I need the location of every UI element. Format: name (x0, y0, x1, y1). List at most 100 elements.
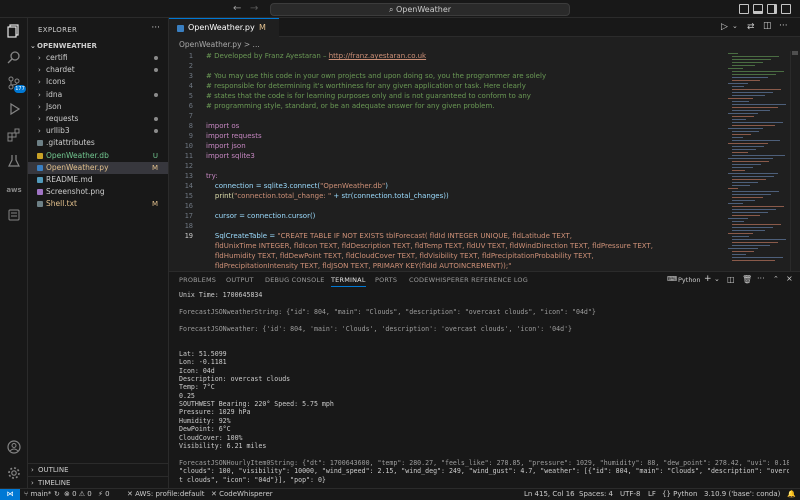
file-type-icon (37, 140, 43, 147)
compare-changes-icon[interactable]: ⇄ (747, 22, 755, 32)
file-item[interactable]: OpenWeather.py M (28, 161, 168, 174)
terminal-line: Icon: 04d (179, 366, 215, 375)
folder-item[interactable]: › requests (28, 113, 168, 125)
cursor-position[interactable]: Ln 415, Col 16 (524, 489, 575, 500)
chevron-right-icon: › (38, 90, 41, 99)
aws-profile-status[interactable]: ✕ AWS: profile:default (127, 489, 205, 500)
arrow-right-icon[interactable]: → (250, 3, 258, 14)
minimap-line (732, 245, 770, 246)
minimap-line (728, 188, 738, 189)
command-center-search[interactable]: ⌕ OpenWeather (270, 3, 570, 16)
outline-section[interactable]: › OUTLINE (28, 463, 168, 475)
tab-problems[interactable]: PROBLEMS (179, 276, 216, 284)
terminal-line: t clouds", "icon": "04d"}], "pop": 0} (179, 475, 326, 484)
toggle-secondary-sidebar-icon[interactable] (767, 4, 777, 14)
customize-layout-icon[interactable] (781, 4, 791, 14)
new-terminal-icon[interactable]: + (704, 274, 712, 284)
sync-icon[interactable]: ↻ (54, 489, 60, 500)
run-python-file-icon[interactable]: ▷ (721, 22, 728, 32)
run-debug-icon[interactable] (6, 102, 22, 118)
branch-status[interactable]: ⑂ main* (24, 489, 51, 500)
tab-openweather-py[interactable]: OpenWeather.py M (169, 18, 279, 37)
tab-debug-console[interactable]: DEBUG CONSOLE (265, 276, 325, 284)
explorer-icon[interactable] (6, 24, 22, 40)
code-line-15: print("connection.total_change: " + str(… (206, 192, 449, 200)
toggle-primary-sidebar-icon[interactable] (739, 4, 749, 14)
file-type-icon (37, 201, 43, 208)
line-number: 4 (188, 82, 193, 90)
chevron-down-icon[interactable]: ⌄ (732, 22, 738, 30)
trash-icon[interactable]: 🗑 (742, 275, 752, 284)
indentation-status[interactable]: Spaces: 4 (579, 489, 613, 500)
toggle-panel-icon[interactable] (753, 4, 763, 14)
tab-output[interactable]: OUTPUT (226, 276, 254, 284)
code-line-9: import requests (206, 132, 262, 140)
code-editor[interactable]: 1 2 3 4 5 6 7 8 9 10 11 12 13 14 15 16 17 18 19 # Develope… (169, 51, 725, 271)
encoding-status[interactable]: UTF-8 (620, 489, 640, 500)
split-editor-icon[interactable]: ◫ (763, 21, 772, 31)
tab-ports[interactable]: PORTS (375, 276, 397, 284)
minimap-line (732, 116, 754, 117)
editor-scrollbar[interactable] (790, 51, 799, 271)
notifications-icon[interactable]: 🔔 (787, 489, 796, 500)
python-interpreter[interactable]: 3.10.9 ('base': conda) (704, 489, 780, 500)
code-line-6: # programming style, standard, or be an … (206, 102, 495, 110)
gear-icon[interactable] (6, 466, 22, 482)
python-file-icon (177, 25, 184, 32)
terminal-output[interactable]: Unix Time: 1700645834 ForecastJSONweather… (179, 291, 789, 487)
aws-icon[interactable]: aws (6, 182, 22, 198)
chevron-down-icon[interactable]: ⌄ (714, 275, 720, 283)
testing-icon[interactable] (6, 154, 22, 170)
line-number: 18 (184, 222, 193, 230)
code-line-19-wrap-1: fldUnixTime INTEGER, fldIcon TEXT, fldDe… (206, 242, 653, 250)
line-number: 16 (184, 202, 193, 210)
breadcrumb[interactable]: OpenWeather.py > ... (169, 38, 800, 51)
folder-item[interactable]: › urllib3 (28, 125, 168, 137)
line-number: 9 (188, 132, 193, 140)
problems-status[interactable]: ⊗ 0 ⚠ 0 (64, 489, 92, 500)
minimap-line (728, 83, 748, 84)
file-item[interactable]: .gitattributes (28, 137, 168, 149)
timeline-section[interactable]: › TIMELINE (28, 476, 168, 488)
file-item[interactable]: Shell.txt M (28, 198, 168, 210)
file-item[interactable]: Screenshot.png (28, 186, 168, 198)
minimap-line (732, 155, 785, 156)
folder-item[interactable]: › chardet (28, 64, 168, 76)
more-actions-icon[interactable]: ··· (757, 274, 765, 283)
extensions-icon[interactable] (6, 128, 22, 144)
tab-terminal[interactable]: TERMINAL (331, 276, 366, 287)
maximize-panel-icon[interactable]: ⌃ (773, 275, 779, 283)
chevron-right-icon: › (38, 78, 41, 87)
eol-status[interactable]: LF (648, 489, 656, 500)
more-actions-icon[interactable]: ··· (151, 23, 160, 33)
codewhisperer-status[interactable]: ✕ CodeWhisperer (211, 489, 273, 500)
scrollbar-thumb[interactable] (792, 51, 798, 55)
file-item[interactable]: OpenWeather.db U (28, 150, 168, 162)
more-actions-icon[interactable]: ··· (779, 21, 788, 31)
close-icon[interactable]: × (786, 274, 793, 283)
account-icon[interactable] (6, 440, 22, 456)
terminal-shell-label[interactable]: Python (678, 276, 701, 284)
search-icon[interactable] (6, 50, 22, 66)
folder-item[interactable]: › Json (28, 101, 168, 113)
folder-item[interactable]: › idna (28, 89, 168, 101)
folder-item[interactable]: › Icons (28, 76, 168, 88)
remote-indicator-icon[interactable]: ⋈ (0, 489, 20, 500)
workspace-root[interactable]: ⌄ OPENWEATHER (28, 40, 168, 52)
tab-codewhisperer-reference-log[interactable]: CODEWHISPERER REFERENCE LOG (409, 276, 528, 284)
folder-item[interactable]: › certifi (28, 52, 168, 64)
minimap[interactable] (726, 51, 788, 271)
terminal-line: Pressure: 1029 hPa (179, 408, 251, 417)
split-terminal-icon[interactable]: ◫ (727, 275, 735, 284)
git-status-badge: U (152, 151, 158, 160)
language-mode[interactable]: {} Python (662, 489, 697, 500)
remote-explorer-icon[interactable] (6, 208, 22, 224)
minimap-line (732, 77, 768, 78)
file-item[interactable]: README.md (28, 174, 168, 186)
minimap-line (732, 224, 781, 225)
ports-status[interactable]: ⚡ 0 (98, 489, 110, 500)
line-number: 13 (184, 172, 193, 180)
minimap-line (732, 107, 778, 108)
arrow-left-icon[interactable]: ← (233, 3, 241, 14)
